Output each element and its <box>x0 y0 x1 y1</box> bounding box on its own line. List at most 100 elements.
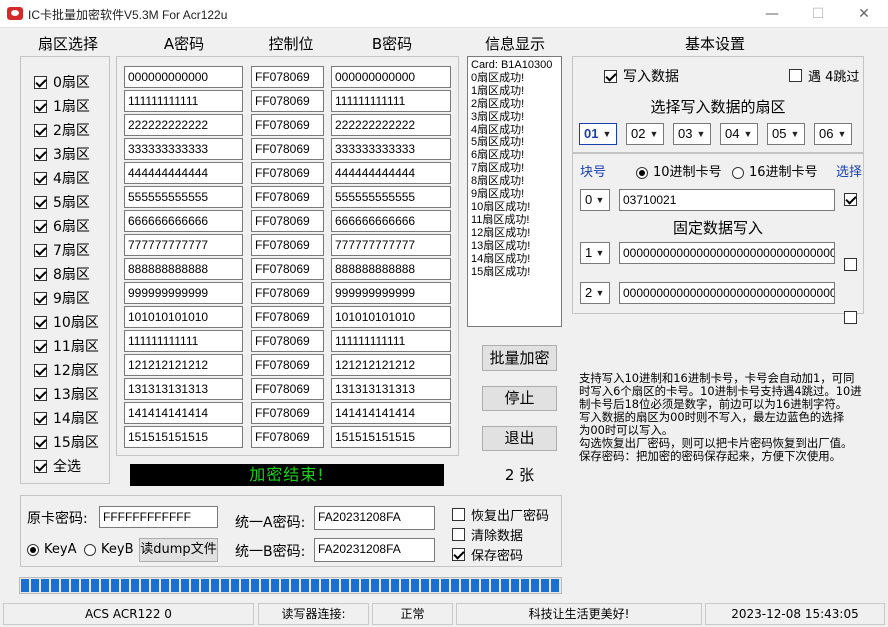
save-key-check[interactable] <box>452 548 465 561</box>
unify-b-input[interactable]: FA20231208FA <box>314 538 435 562</box>
clear-data-checkbox[interactable]: 清除数据 <box>452 525 523 544</box>
sector-check-11[interactable] <box>34 339 47 353</box>
batch-encrypt-button[interactable]: 批量加密 <box>482 345 557 371</box>
skip4-check[interactable] <box>789 69 802 82</box>
decimal-radio-dot[interactable] <box>636 166 648 179</box>
sector-check-7[interactable] <box>34 243 47 257</box>
control-bits-input-3[interactable]: FF078069 <box>251 138 324 160</box>
original-key-input[interactable]: FFFFFFFFFFFF <box>99 506 218 528</box>
exit-button[interactable]: 退出 <box>482 426 557 451</box>
a-key-input-4[interactable]: 444444444444 <box>124 162 243 184</box>
a-key-input-13[interactable]: 131313131313 <box>124 378 243 400</box>
read-dump-button[interactable]: 读dump文件 <box>139 538 218 562</box>
control-bits-input-5[interactable]: FF078069 <box>251 186 324 208</box>
clear-data-check[interactable] <box>452 528 465 541</box>
a-key-input-3[interactable]: 333333333333 <box>124 138 243 160</box>
keyb-radio[interactable]: KeyB <box>84 542 134 557</box>
control-bits-input-1[interactable]: FF078069 <box>251 90 324 112</box>
write-sector-select-1[interactable]: 01 ▼ <box>579 123 617 145</box>
sector-checkbox-4[interactable]: 4扇区 <box>34 167 90 189</box>
a-key-input-8[interactable]: 888888888888 <box>124 258 243 280</box>
sector-check-13[interactable] <box>34 387 47 401</box>
sector-checkbox-11[interactable]: 11扇区 <box>34 335 99 357</box>
b-key-input-9[interactable]: 999999999999 <box>331 282 451 304</box>
sector-checkbox-7[interactable]: 7扇区 <box>34 239 90 261</box>
sector-checkbox-0[interactable]: 0扇区 <box>34 71 90 93</box>
write-sector-select-6[interactable]: 06 ▼ <box>814 123 852 145</box>
b-key-input-4[interactable]: 444444444444 <box>331 162 451 184</box>
sector-checkbox-8[interactable]: 8扇区 <box>34 263 90 285</box>
control-bits-input-2[interactable]: FF078069 <box>251 114 324 136</box>
b-key-input-13[interactable]: 131313131313 <box>331 378 451 400</box>
sector-checkbox-15[interactable]: 15扇区 <box>34 431 99 453</box>
a-key-input-9[interactable]: 999999999999 <box>124 282 243 304</box>
keyb-radio-dot[interactable] <box>84 543 96 556</box>
sector-check-4[interactable] <box>34 171 47 185</box>
b-key-input-8[interactable]: 888888888888 <box>331 258 451 280</box>
a-key-input-0[interactable]: 000000000000 <box>124 66 243 88</box>
b-key-input-14[interactable]: 141414141414 <box>331 402 451 424</box>
write-data-check[interactable] <box>604 69 617 83</box>
a-key-input-1[interactable]: 111111111111 <box>124 90 243 112</box>
sector-checkbox-1[interactable]: 1扇区 <box>34 95 90 117</box>
control-bits-input-12[interactable]: FF078069 <box>251 354 324 376</box>
fixed-block-select-1[interactable]: 1 ▼ <box>580 242 610 264</box>
keya-radio[interactable]: KeyA <box>27 542 76 557</box>
sector-check-9[interactable] <box>34 291 47 305</box>
write-data-checkbox[interactable]: 写入数据 <box>604 66 679 86</box>
fixed-data-check-1[interactable] <box>844 258 857 271</box>
b-key-input-3[interactable]: 333333333333 <box>331 138 451 160</box>
control-bits-input-0[interactable]: FF078069 <box>251 66 324 88</box>
sector-check-1[interactable] <box>34 99 47 113</box>
stop-button[interactable]: 停止 <box>482 386 557 411</box>
sector-checkbox-13[interactable]: 13扇区 <box>34 383 99 405</box>
sector-check-8[interactable] <box>34 267 47 281</box>
b-key-input-11[interactable]: 111111111111 <box>331 330 451 352</box>
control-bits-input-14[interactable]: FF078069 <box>251 402 324 424</box>
control-bits-input-8[interactable]: FF078069 <box>251 258 324 280</box>
select-all-checkbox[interactable]: 全选 <box>34 455 81 477</box>
a-key-input-7[interactable]: 777777777777 <box>124 234 243 256</box>
a-key-input-14[interactable]: 141414141414 <box>124 402 243 424</box>
fixed-data-input-2[interactable]: 00000000000000000000000000000000 <box>619 282 835 304</box>
control-bits-input-7[interactable]: FF078069 <box>251 234 324 256</box>
b-key-input-6[interactable]: 666666666666 <box>331 210 451 232</box>
control-bits-input-10[interactable]: FF078069 <box>251 306 324 328</box>
sector-checkbox-2[interactable]: 2扇区 <box>34 119 90 141</box>
sector-check-0[interactable] <box>34 75 47 89</box>
sector-checkbox-5[interactable]: 5扇区 <box>34 191 90 213</box>
sector-check-10[interactable] <box>34 315 47 329</box>
sector-checkbox-3[interactable]: 3扇区 <box>34 143 90 165</box>
restore-factory-check[interactable] <box>452 508 465 521</box>
write-sector-select-5[interactable]: 05 ▼ <box>767 123 805 145</box>
sector-check-12[interactable] <box>34 363 47 377</box>
a-key-input-2[interactable]: 222222222222 <box>124 114 243 136</box>
hex-radio[interactable]: 16进制卡号 <box>732 161 818 180</box>
fixed-data-check-2[interactable] <box>844 311 857 324</box>
sector-checkbox-12[interactable]: 12扇区 <box>34 359 99 381</box>
decimal-radio[interactable]: 10进制卡号 <box>636 161 722 180</box>
unify-a-input[interactable]: FA20231208FA <box>314 506 435 530</box>
sector-checkbox-9[interactable]: 9扇区 <box>34 287 90 309</box>
fixed-block-select-2[interactable]: 2 ▼ <box>580 282 610 304</box>
sector-check-3[interactable] <box>34 147 47 161</box>
sector-check-5[interactable] <box>34 195 47 209</box>
hex-radio-dot[interactable] <box>732 166 744 179</box>
a-key-input-5[interactable]: 555555555555 <box>124 186 243 208</box>
a-key-input-6[interactable]: 666666666666 <box>124 210 243 232</box>
control-bits-input-9[interactable]: FF078069 <box>251 282 324 304</box>
b-key-input-0[interactable]: 000000000000 <box>331 66 451 88</box>
write-sector-select-3[interactable]: 03 ▼ <box>673 123 711 145</box>
b-key-input-1[interactable]: 111111111111 <box>331 90 451 112</box>
b-key-input-15[interactable]: 151515151515 <box>331 426 451 448</box>
b-key-input-2[interactable]: 222222222222 <box>331 114 451 136</box>
fixed-data-input-1[interactable]: 00000000000000000000000000000000 <box>619 242 835 264</box>
sector-checkbox-14[interactable]: 14扇区 <box>34 407 99 429</box>
control-bits-input-4[interactable]: FF078069 <box>251 162 324 184</box>
control-bits-input-11[interactable]: FF078069 <box>251 330 324 352</box>
sector-checkbox-6[interactable]: 6扇区 <box>34 215 90 237</box>
sector-check-15[interactable] <box>34 435 47 449</box>
maximize-button[interactable]: ☐ <box>795 0 841 28</box>
control-bits-input-6[interactable]: FF078069 <box>251 210 324 232</box>
a-key-input-15[interactable]: 151515151515 <box>124 426 243 448</box>
